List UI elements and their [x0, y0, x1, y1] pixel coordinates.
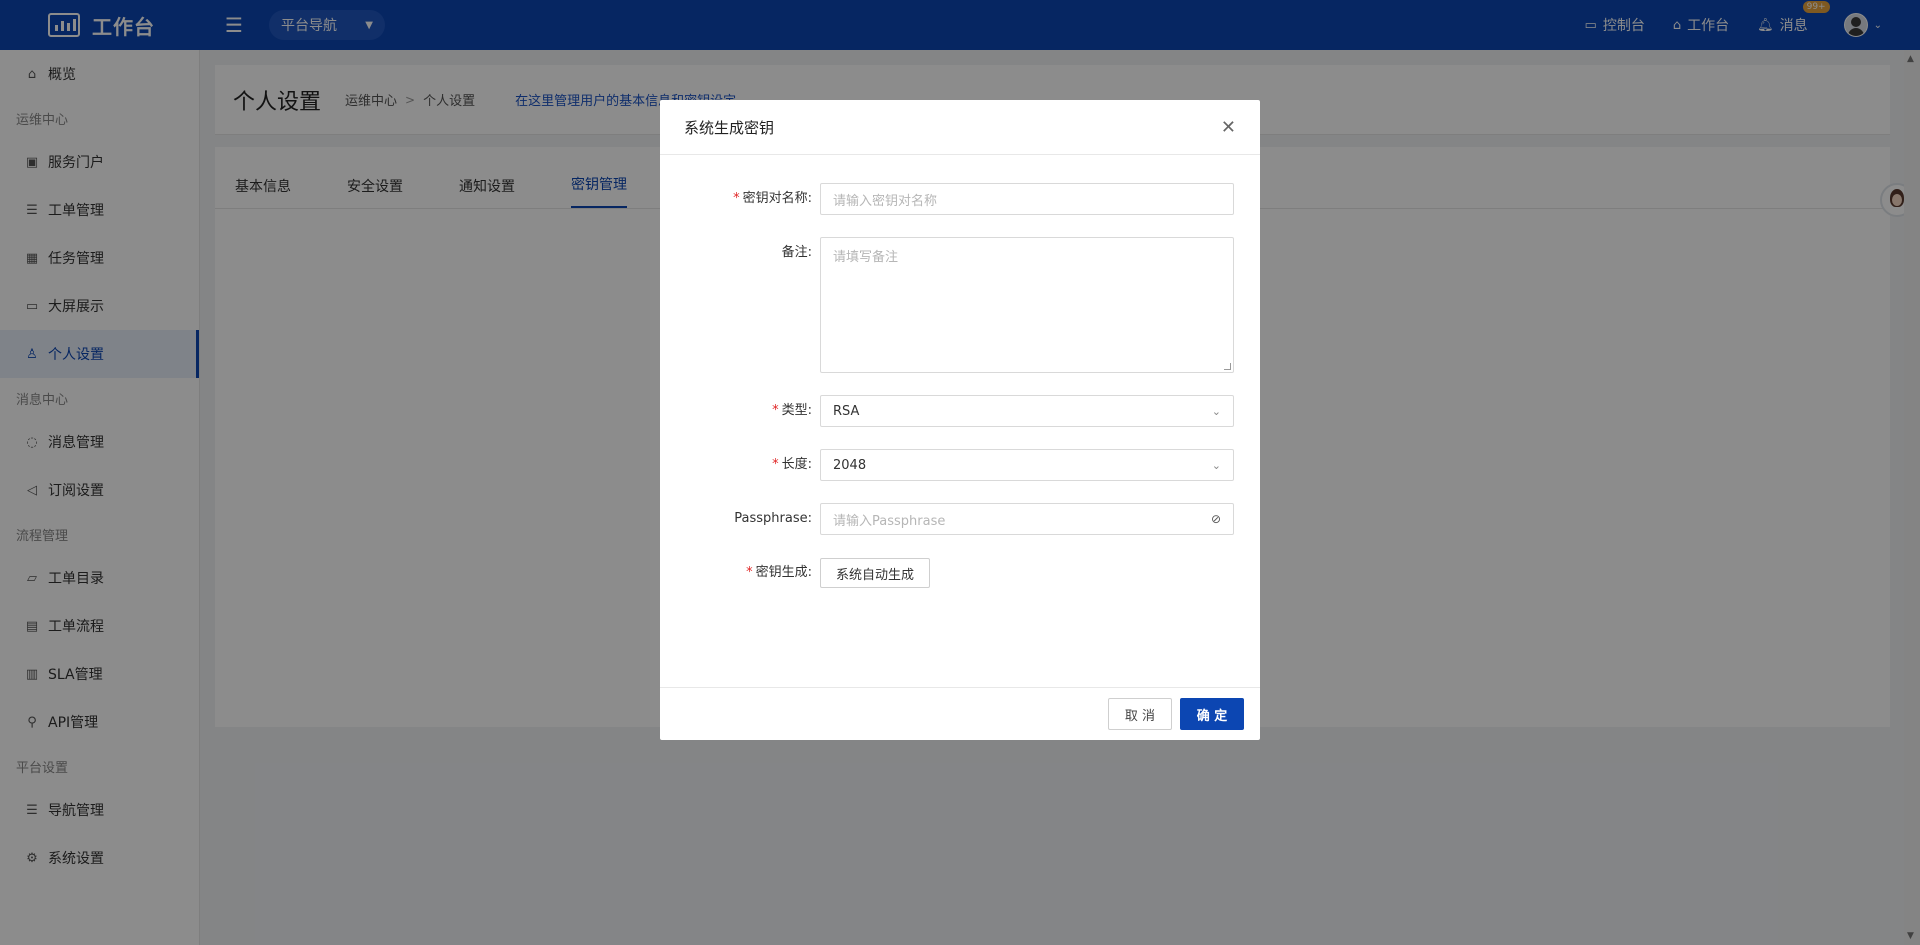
type-value: RSA — [833, 403, 860, 419]
type-select[interactable]: RSA ⌄ — [820, 395, 1234, 427]
form-row-length: * 长度: 2048 ⌄ — [660, 449, 1260, 481]
key-name-placeholder: 请输入密钥对名称 — [833, 193, 938, 209]
required-mark: * — [746, 565, 753, 580]
key-name-label: * 密钥对名称: — [660, 183, 820, 215]
auto-generate-button[interactable]: 系统自动生成 — [820, 558, 931, 588]
dialog-body: * 密钥对名称: 请输入密钥对名称 备注: 请填写备注 * 类型: RSA ⌄ * 长度… — [660, 155, 1260, 589]
note-label: 备注: — [781, 245, 812, 260]
generate-label: * 密钥生成: — [660, 557, 820, 589]
form-row-name: * 密钥对名称: 请输入密钥对名称 — [660, 183, 1260, 215]
length-label-text: 长度: — [781, 457, 812, 472]
dialog-title: 系统生成密钥 — [684, 118, 775, 137]
chevron-down-icon: ⌄ — [1211, 458, 1221, 472]
form-row-type: * 类型: RSA ⌄ — [660, 395, 1260, 427]
type-label-text: 类型: — [781, 403, 812, 418]
generate-label-text: 密钥生成: — [755, 565, 812, 580]
dialog-header: 系统生成密钥 ✕ — [660, 100, 1260, 155]
form-row-note: 备注: 请填写备注 — [660, 237, 1260, 373]
form-row-generate: * 密钥生成: 系统自动生成 — [660, 557, 1260, 589]
chevron-down-icon: ⌄ — [1211, 404, 1221, 418]
eye-hidden-icon[interactable]: ⊘ — [1211, 512, 1221, 526]
passphrase-label: Passphrase: — [734, 511, 812, 526]
required-mark: * — [733, 191, 740, 206]
length-value: 2048 — [833, 457, 867, 473]
generate-key-dialog: 系统生成密钥 ✕ * 密钥对名称: 请输入密钥对名称 备注: 请填写备注 * 类型:… — [660, 100, 1260, 740]
length-label: * 长度: — [660, 449, 820, 481]
note-placeholder: 请填写备注 — [833, 250, 899, 265]
passphrase-placeholder: 请输入Passphrase — [833, 513, 946, 529]
type-label: * 类型: — [660, 395, 820, 427]
cancel-button[interactable]: 取 消 — [1108, 698, 1172, 730]
close-icon[interactable]: ✕ — [1221, 117, 1236, 138]
required-mark: * — [772, 457, 779, 472]
key-name-label-text: 密钥对名称: — [742, 191, 812, 206]
required-mark: * — [772, 403, 779, 418]
note-textarea[interactable]: 请填写备注 — [820, 237, 1234, 373]
form-row-passphrase: Passphrase: 请输入Passphrase ⊘ — [660, 503, 1260, 535]
passphrase-input[interactable]: 请输入Passphrase ⊘ — [820, 503, 1234, 535]
length-select[interactable]: 2048 ⌄ — [820, 449, 1234, 481]
dialog-footer: 取 消 确 定 — [660, 687, 1260, 740]
key-name-input[interactable]: 请输入密钥对名称 — [820, 183, 1234, 215]
confirm-button[interactable]: 确 定 — [1180, 698, 1244, 730]
